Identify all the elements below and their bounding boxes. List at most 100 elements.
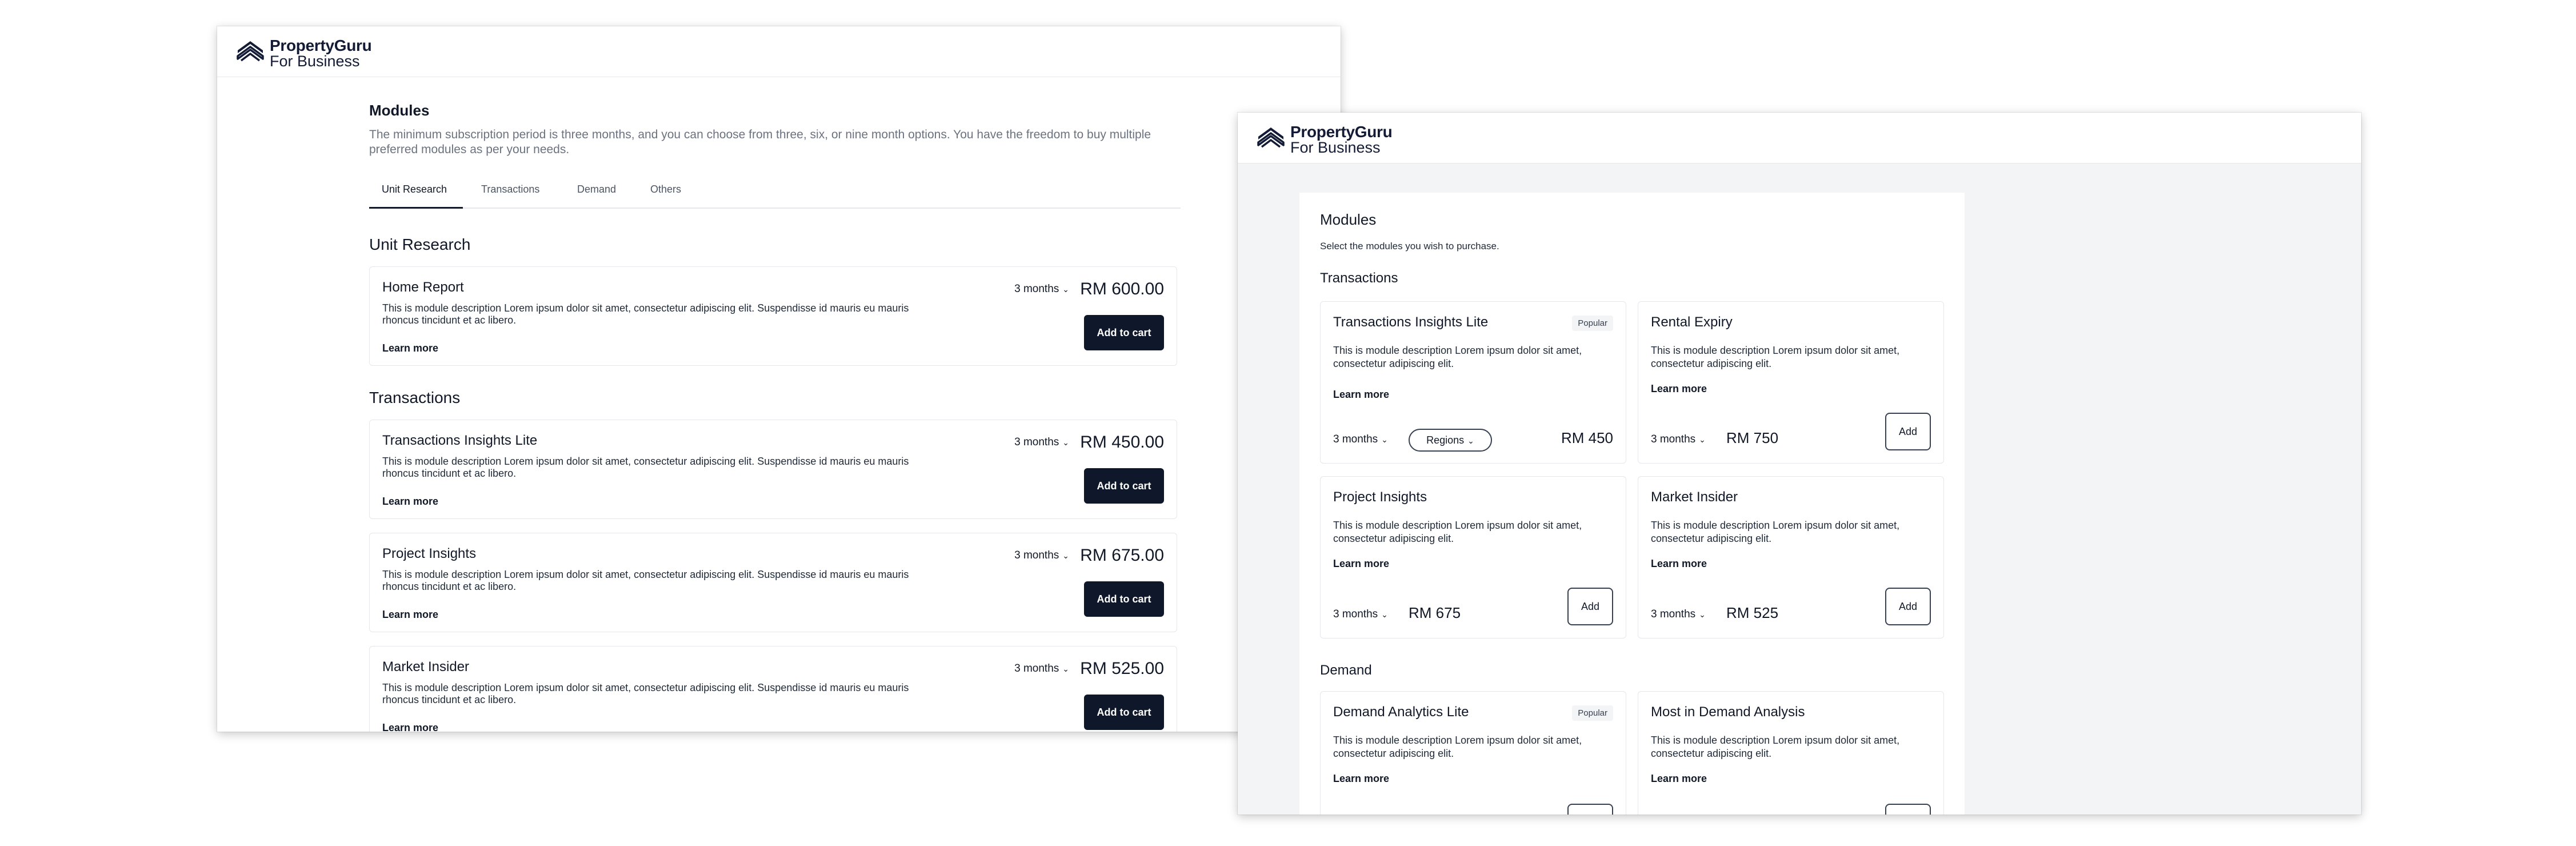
tab-unit-research[interactable]: Unit Research (382, 183, 447, 195)
page-title: Modules (1320, 211, 1377, 228)
module-title: Home Report (382, 280, 464, 295)
module-price: RM 525.00 (1080, 659, 1164, 678)
brand-tagline: For Business (1290, 139, 1381, 156)
module-card: Project Insights This is module descript… (1320, 476, 1626, 639)
duration-dropdown[interactable]: 3 months ⌄ (1651, 433, 1706, 446)
brand-logo[interactable]: PropertyGuru For Business (1256, 122, 1427, 156)
module-title: Demand Analytics Lite (1333, 704, 1469, 720)
duration-dropdown[interactable]: 3 months ⌄ (1014, 663, 1069, 675)
module-title: Project Insights (382, 546, 477, 561)
chevron-down-icon: ⌄ (1062, 664, 1069, 673)
learn-more-link[interactable]: Learn more (382, 609, 438, 621)
duration-value: 3 months (1014, 549, 1059, 561)
module-description: This is module description Lorem ipsum d… (1651, 520, 1900, 544)
popular-badge: Popular (1572, 316, 1613, 331)
add-button[interactable]: Add (1885, 588, 1931, 625)
module-title: Rental Expiry (1651, 314, 1733, 330)
tab-demand[interactable]: Demand (577, 183, 616, 195)
tab-others[interactable]: Others (650, 183, 681, 195)
chevron-down-icon: ⌄ (1699, 610, 1706, 619)
module-description: This is module description Lorem ipsum d… (382, 456, 909, 479)
add-to-cart-button[interactable]: Add to cart (1084, 315, 1164, 350)
module-title: Most in Demand Analysis (1651, 704, 1805, 720)
learn-more-link[interactable]: Learn more (382, 722, 438, 732)
chevron-down-icon: ⌄ (1062, 438, 1069, 447)
tab-transactions[interactable]: Transactions (481, 183, 539, 195)
mobile-layout-window: PropertyGuru For Business Modules Select… (1238, 113, 2361, 815)
add-button[interactable] (1567, 804, 1613, 815)
learn-more-link[interactable]: Learn more (1333, 773, 1389, 785)
header-bar: PropertyGuru For Business (217, 26, 1341, 77)
header-bar: PropertyGuru For Business (1238, 113, 2361, 163)
module-description: This is module description Lorem ipsum d… (382, 569, 909, 592)
page-intro: The minimum subscription period is three… (369, 128, 1151, 156)
module-title: Market Insider (1651, 489, 1738, 505)
tab-bar: Unit Research Transactions Demand Others (369, 178, 1181, 209)
module-card: Rental Expiry This is module description… (1638, 301, 1944, 464)
add-button[interactable]: Add (1885, 413, 1931, 450)
chevron-down-icon: ⌄ (1062, 285, 1069, 294)
module-price: RM 750 (1726, 429, 1779, 446)
module-card: Transactions Insights Lite Popular This … (1320, 301, 1626, 464)
module-description: This is module description Lorem ipsum d… (1651, 735, 1900, 759)
propertyguru-logo-icon (1257, 127, 1285, 148)
duration-dropdown[interactable]: 3 months ⌄ (1014, 436, 1069, 449)
learn-more-link[interactable]: Learn more (1651, 558, 1707, 570)
regions-value: Regions (1426, 434, 1465, 446)
module-card: Most in Demand Analysis This is module d… (1638, 691, 1944, 815)
chevron-down-icon: ⌄ (1381, 435, 1388, 444)
regions-dropdown[interactable]: Regions ⌄ (1409, 429, 1492, 452)
module-title: Transactions Insights Lite (1333, 314, 1489, 330)
section-title-unit-research: Unit Research (369, 236, 471, 253)
module-card: Project Insights This is module descript… (369, 533, 1177, 632)
duration-dropdown[interactable]: 3 months ⌄ (1333, 608, 1388, 621)
add-to-cart-button[interactable]: Add to cart (1084, 581, 1164, 617)
duration-dropdown[interactable]: 3 months ⌄ (1651, 608, 1706, 621)
module-price: RM 450.00 (1080, 433, 1164, 452)
learn-more-link[interactable]: Learn more (382, 342, 438, 354)
module-price: RM 450 (1561, 429, 1613, 446)
page-subtitle: Select the modules you wish to purchase. (1320, 241, 1499, 252)
module-description: This is module description Lorem ipsum d… (1333, 520, 1582, 544)
chevron-down-icon: ⌄ (1381, 610, 1388, 619)
module-title: Market Insider (382, 659, 470, 675)
duration-value: 3 months (1333, 608, 1378, 620)
modules-panel: Modules Select the modules you wish to p… (1299, 193, 1965, 815)
duration-value: 3 months (1014, 436, 1059, 448)
section-title-demand: Demand (1320, 663, 1372, 678)
module-price: RM 675 (1409, 604, 1461, 621)
duration-value: 3 months (1333, 433, 1378, 445)
module-card: Market Insider This is module descriptio… (1638, 476, 1944, 639)
add-to-cart-button[interactable]: Add to cart (1084, 468, 1164, 504)
section-title-transactions: Transactions (369, 389, 461, 406)
brand-logo[interactable]: PropertyGuru For Business (235, 35, 407, 70)
tab-active-indicator (369, 207, 463, 209)
module-description: This is module description Lorem ipsum d… (1333, 345, 1582, 369)
duration-dropdown[interactable]: 3 months ⌄ (1014, 549, 1069, 562)
add-to-cart-button[interactable]: Add to cart (1084, 695, 1164, 730)
duration-value: 3 months (1014, 283, 1059, 295)
learn-more-link[interactable]: Learn more (1333, 389, 1389, 401)
page-title: Modules (369, 102, 430, 119)
learn-more-link[interactable]: Learn more (1651, 383, 1707, 395)
module-description: This is module description Lorem ipsum d… (382, 302, 909, 326)
learn-more-link[interactable]: Learn more (1651, 773, 1707, 785)
learn-more-link[interactable]: Learn more (1333, 558, 1389, 570)
popular-badge: Popular (1572, 705, 1613, 721)
modules-content: Modules The minimum subscription period … (369, 102, 1181, 209)
module-card: Transactions Insights Lite This is modul… (369, 420, 1177, 519)
chevron-down-icon: ⌄ (1467, 436, 1474, 445)
add-button[interactable]: Add (1567, 588, 1613, 625)
add-button[interactable] (1885, 804, 1931, 815)
module-description: This is module description Lorem ipsum d… (1333, 735, 1582, 759)
duration-value: 3 months (1651, 608, 1696, 620)
desktop-window: PropertyGuru For Business Modules The mi… (217, 26, 1341, 732)
duration-value: 3 months (1651, 433, 1696, 445)
module-card: Demand Analytics Lite Popular This is mo… (1320, 691, 1626, 815)
duration-dropdown[interactable]: 3 months ⌄ (1333, 433, 1388, 446)
module-price: RM 600.00 (1080, 280, 1164, 298)
learn-more-link[interactable]: Learn more (382, 496, 438, 508)
chevron-down-icon: ⌄ (1699, 435, 1706, 444)
module-title: Transactions Insights Lite (382, 433, 538, 448)
duration-dropdown[interactable]: 3 months ⌄ (1014, 283, 1069, 296)
